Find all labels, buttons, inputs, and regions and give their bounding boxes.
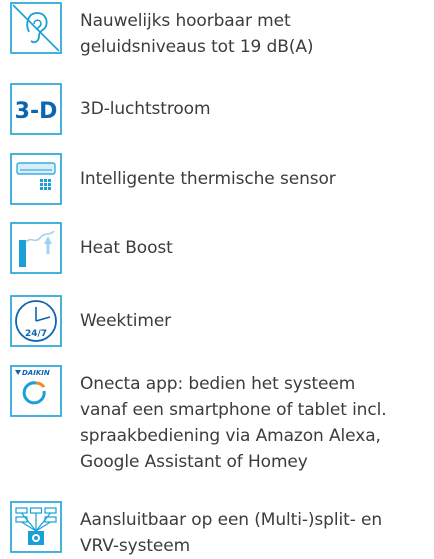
feature-multi-split-line-1: Aansluitbaar op een (Multi-)split- en — [80, 510, 383, 530]
feature-multi-split-text: Aansluitbaar op een (Multi-)split- en VR… — [80, 507, 430, 559]
feature-week-timer-text: Weektimer — [80, 308, 430, 334]
feature-onecta-app-text: Onecta app: bedien het systeem vanaf een… — [80, 371, 430, 475]
thermal-sensor-icon — [10, 153, 62, 205]
week-timer-icon: 24/7 — [10, 295, 62, 347]
feature-list: Nauwelijks hoorbaar met geluidsniveaus t… — [0, 0, 434, 559]
heat-boost-icon — [10, 222, 62, 274]
onecta-app-icon: DAIKIN — [10, 365, 62, 417]
feature-onecta-app-line-2: vanaf een smartphone of tablet incl. — [80, 400, 387, 420]
multi-split-icon — [10, 501, 62, 553]
3d-icon-label: 3-D — [15, 99, 58, 124]
feature-multi-split-line-2: VRV-systeem — [80, 536, 191, 556]
feature-3d-airflow-line-1: 3D-luchtstroom — [80, 99, 211, 119]
feature-week-timer-line-1: Weektimer — [80, 311, 172, 331]
feature-3d-airflow-text: 3D-luchtstroom — [80, 96, 430, 122]
feature-onecta-app-line-3: spraakbediening via Amazon Alexa, — [80, 426, 381, 446]
timer-icon-label: 24/7 — [25, 329, 47, 339]
feature-thermal-sensor-text: Intelligente thermische sensor — [80, 166, 430, 192]
feature-quiet-line-1: Nauwelijks hoorbaar met — [80, 11, 291, 31]
daikin-logo-text: DAIKIN — [22, 369, 50, 377]
feature-quiet-line-2: geluidsniveaus tot 19 dB(A) — [80, 37, 314, 57]
feature-onecta-app-line-1: Onecta app: bedien het systeem — [80, 374, 356, 394]
feature-quiet-text: Nauwelijks hoorbaar met geluidsniveaus t… — [80, 8, 430, 60]
feature-heat-boost-line-1: Heat Boost — [80, 238, 173, 258]
feature-onecta-app-line-4: Google Assistant of Homey — [80, 452, 308, 472]
quiet-ear-icon — [10, 2, 62, 54]
3d-airflow-icon: 3-D — [10, 83, 62, 135]
feature-heat-boost-text: Heat Boost — [80, 235, 430, 261]
feature-thermal-sensor-line-1: Intelligente thermische sensor — [80, 169, 336, 189]
